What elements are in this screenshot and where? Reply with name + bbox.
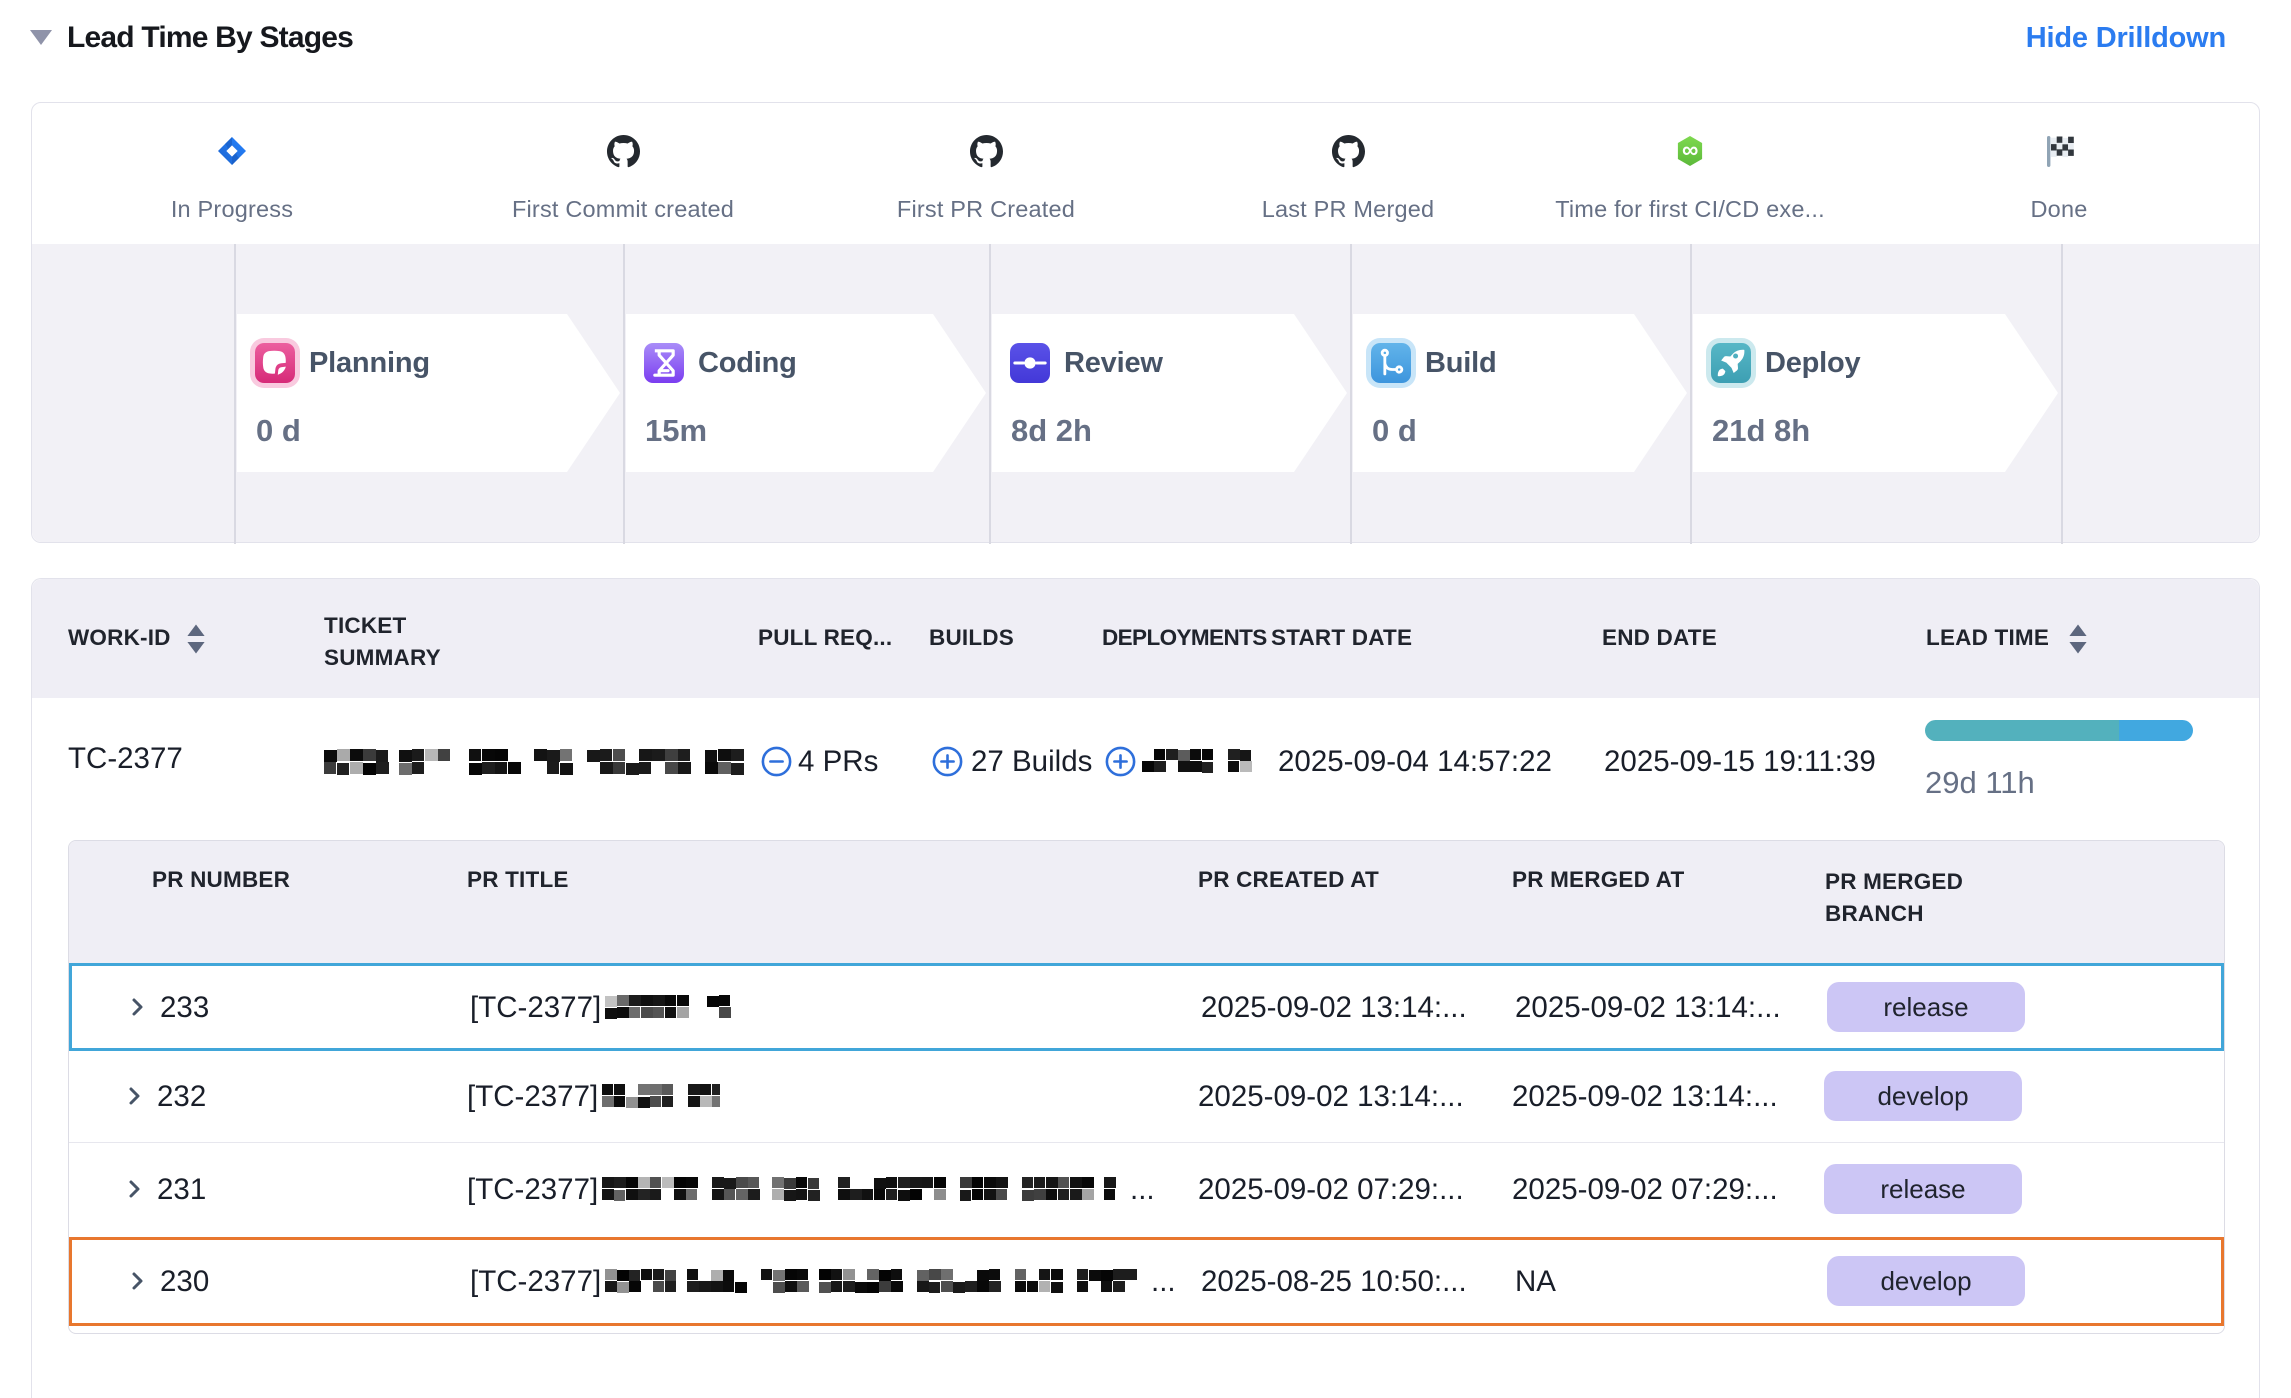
- svg-text:∞: ∞: [1682, 137, 1698, 163]
